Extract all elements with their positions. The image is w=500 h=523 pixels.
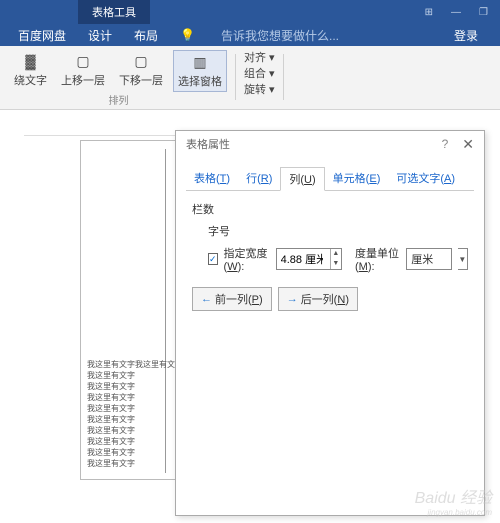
send-backward-icon: ▢ xyxy=(132,52,150,70)
minimize-icon[interactable]: ― xyxy=(451,7,461,18)
tab-baidu[interactable]: 百度网盘 xyxy=(18,27,66,44)
separator xyxy=(283,54,284,100)
ribbon-group-arrange-label: 排列 xyxy=(109,92,129,107)
dialog-close-icon[interactable]: ✕ xyxy=(462,136,474,153)
tab-layout[interactable]: 布局 xyxy=(134,27,158,44)
selection-pane-button[interactable]: ▥ 选择窗格 xyxy=(173,50,227,92)
rotate-button[interactable]: 旋转 ▾ xyxy=(244,82,275,98)
dialog-title: 表格属性 xyxy=(186,136,230,152)
next-column-button[interactable]: →后一列(N) xyxy=(278,287,358,311)
restore-icon[interactable]: ❐ xyxy=(479,7,488,18)
table-properties-dialog: 表格属性 ? ✕ 表格(T) 行(R) 列(U) 单元格(E) 可选文字(A) … xyxy=(175,130,485,516)
tell-me-input[interactable]: 告诉我您想要做什么... xyxy=(221,27,339,44)
window-settings-icon[interactable]: ⊞ xyxy=(425,7,433,18)
tab-table[interactable]: 表格(T) xyxy=(186,167,238,190)
lightbulb-icon: 💡 xyxy=(180,28,195,42)
bring-forward-button[interactable]: ▢ 上移一层 xyxy=(57,50,109,92)
tab-design[interactable]: 设计 xyxy=(88,27,112,44)
dialog-tabs: 表格(T) 行(R) 列(U) 单元格(E) 可选文字(A) xyxy=(186,167,474,191)
selection-pane-icon: ▥ xyxy=(191,53,209,71)
ribbon-tabs: 百度网盘 设计 布局 💡 告诉我您想要做什么... 登录 xyxy=(0,24,500,46)
login-link[interactable]: 登录 xyxy=(454,27,478,44)
tab-alt-text[interactable]: 可选文字(A) xyxy=(388,167,463,190)
wrap-text-icon: ▓ xyxy=(22,52,40,70)
unit-label: 度量单位(M): xyxy=(355,245,400,273)
spec-width-checkbox[interactable]: ✓ xyxy=(208,253,218,265)
align-button[interactable]: 对齐 ▾ xyxy=(244,50,275,66)
columns-count-label: 栏数 xyxy=(192,201,468,217)
arrow-left-icon: ← xyxy=(201,293,212,305)
tab-cell[interactable]: 单元格(E) xyxy=(325,167,389,190)
separator xyxy=(235,54,236,100)
wrap-text-button[interactable]: ▓ 绕文字 xyxy=(10,50,51,92)
table-cell-content: 我这里有文字我这里有文字 我这里有文字 我这里有文字 我这里有文字 我这里有文字… xyxy=(87,359,183,469)
group-button[interactable]: 组合 ▾ xyxy=(244,66,275,82)
tab-column[interactable]: 列(U) xyxy=(280,167,324,191)
dialog-titlebar: 表格属性 ? ✕ xyxy=(176,131,484,157)
chevron-down-icon[interactable]: ▼ xyxy=(458,248,468,270)
width-spinner[interactable]: ▲▼ xyxy=(330,249,341,269)
title-bar: 表格工具 ⊞ ― ❐ xyxy=(0,0,500,24)
dialog-help-icon[interactable]: ? xyxy=(442,137,449,151)
send-backward-button[interactable]: ▢ 下移一层 xyxy=(115,50,167,92)
prev-column-button[interactable]: ←前一列(P) xyxy=(192,287,272,311)
tab-row[interactable]: 行(R) xyxy=(238,167,280,190)
spec-width-label: 指定宽度(W): xyxy=(224,245,270,273)
watermark: Baidu 经验 jingyan.baidu.com xyxy=(415,484,492,517)
bring-forward-icon: ▢ xyxy=(74,52,92,70)
arrow-right-icon: → xyxy=(287,293,298,305)
contextual-tab-table-tools: 表格工具 xyxy=(78,0,150,24)
size-label: 字号 xyxy=(208,223,468,239)
ribbon: ▓ 绕文字 ▢ 上移一层 ▢ 下移一层 ▥ 选择窗格 排列 对齐 ▾ 组合 ▾ … xyxy=(0,46,500,110)
unit-select[interactable]: 厘米 xyxy=(406,248,452,270)
